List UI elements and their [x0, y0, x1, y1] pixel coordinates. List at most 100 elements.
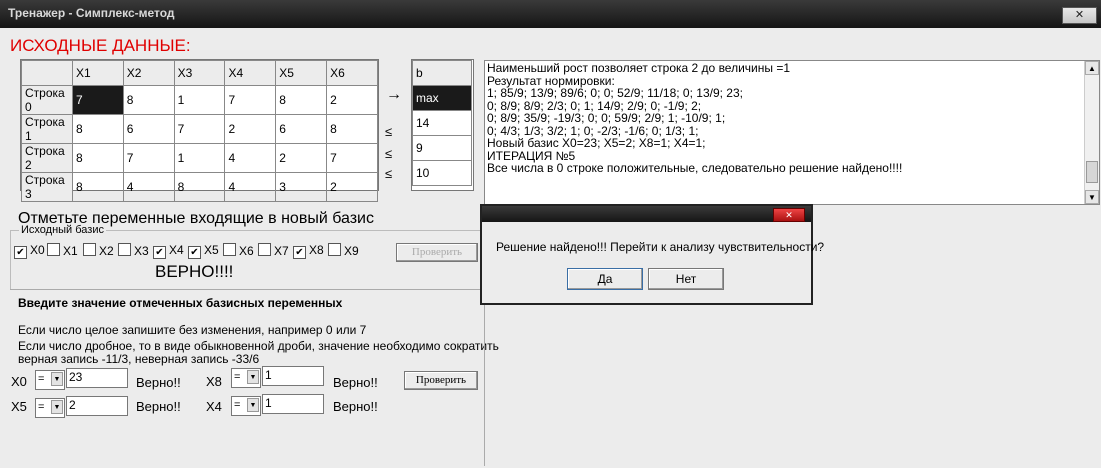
- scroll-thumb[interactable]: [1086, 161, 1098, 183]
- chevron-down-icon[interactable]: ▼: [247, 370, 259, 384]
- vertical-scrollbar[interactable]: ▲ ▼: [1084, 61, 1099, 204]
- checkbox-mark[interactable]: [47, 243, 60, 256]
- matrix-cell[interactable]: 7: [224, 85, 277, 115]
- relation-sign: ≤: [385, 166, 393, 181]
- checkbox-x4[interactable]: ✔ X4: [153, 243, 184, 259]
- matrix-cell[interactable]: 6: [122, 114, 175, 144]
- operator-select-x5[interactable]: = ▼: [35, 398, 65, 418]
- dialog-close-button[interactable]: ✕: [773, 208, 805, 222]
- col-header-x5: X5: [275, 60, 328, 86]
- checkbox-x0[interactable]: ✔ X0: [14, 243, 45, 259]
- b-cell[interactable]: 10: [412, 160, 472, 186]
- check-values-button[interactable]: Проверить: [404, 371, 478, 390]
- scroll-up-icon[interactable]: ▲: [1085, 61, 1099, 75]
- matrix-cell[interactable]: 7: [173, 114, 226, 144]
- checkbox-mark[interactable]: [118, 243, 131, 256]
- matrix-cell[interactable]: 8: [173, 172, 226, 202]
- checkbox-mark[interactable]: ✔: [293, 246, 306, 259]
- status-x0: Верно!!: [136, 375, 181, 390]
- values-section-title: Введите значение отмеченных базисных пер…: [18, 296, 343, 310]
- window-title: Тренажер - Симплекс-метод: [8, 6, 175, 20]
- value-input-x8[interactable]: 1: [262, 366, 324, 386]
- matrix-grid[interactable]: X1 X2 X3 X4 X5 X6 Строка 0 7 8 1 7 8 2 С…: [20, 59, 379, 202]
- matrix-cell[interactable]: 1: [173, 85, 226, 115]
- checkbox-x3[interactable]: X3: [118, 243, 149, 258]
- checkbox-mark[interactable]: [258, 243, 271, 256]
- check-basis-button[interactable]: Проверить: [396, 243, 478, 262]
- matrix-cell[interactable]: 2: [275, 143, 328, 173]
- value-input-x5[interactable]: 2: [66, 396, 128, 416]
- checkbox-mark[interactable]: ✔: [14, 246, 27, 259]
- dialog-yes-button[interactable]: Да: [567, 268, 643, 290]
- log-line: 0; 8/9; 35/9; -19/3; 0; 0; 59/9; 2/9; 1;…: [487, 111, 726, 125]
- matrix-cell[interactable]: 4: [122, 172, 175, 202]
- row-header: Строка 0: [21, 85, 73, 115]
- checkbox-mark[interactable]: ✔: [153, 246, 166, 259]
- matrix-cell[interactable]: 1: [173, 143, 226, 173]
- matrix-cell[interactable]: 4: [224, 143, 277, 173]
- page-title: ИСХОДНЫЕ ДАННЫЕ:: [10, 36, 191, 55]
- checkbox-x8[interactable]: ✔ X8: [293, 243, 324, 259]
- log-line: 1; 85/9; 13/9; 89/6; 0; 0; 52/9; 11/18; …: [487, 86, 743, 100]
- checkbox-label: X5: [204, 243, 219, 257]
- log-textarea[interactable]: Наименьший рост позволяет строка 2 до ве…: [484, 60, 1100, 205]
- log-line: Новый базис X0=23; X5=2; X8=1; X4=1;: [487, 136, 706, 150]
- matrix-cell[interactable]: 2: [224, 114, 277, 144]
- matrix-cell[interactable]: 7: [326, 143, 378, 173]
- matrix-cell[interactable]: 8: [326, 114, 378, 144]
- b-cell[interactable]: max: [412, 85, 472, 111]
- checkbox-label: X3: [134, 244, 149, 258]
- basis-group-label: Исходный базис: [19, 224, 106, 236]
- value-input-x4[interactable]: 1: [262, 394, 324, 414]
- checkbox-mark[interactable]: ✔: [188, 246, 201, 259]
- col-header-x4: X4: [224, 60, 277, 86]
- matrix-cell[interactable]: 8: [71, 143, 124, 173]
- matrix-cell[interactable]: 4: [224, 172, 277, 202]
- value-input-x0[interactable]: 23: [66, 368, 128, 388]
- b-cell[interactable]: 9: [412, 135, 472, 161]
- b-column-grid[interactable]: b max 14 9 10: [411, 59, 474, 191]
- chevron-down-icon[interactable]: ▼: [51, 400, 63, 414]
- checkbox-x5[interactable]: ✔ X5: [188, 243, 219, 259]
- matrix-cell[interactable]: 6: [275, 114, 328, 144]
- var-label-x8: X8: [206, 374, 222, 389]
- chevron-down-icon[interactable]: ▼: [51, 372, 63, 386]
- log-line: Наименьший рост позволяет строка 2 до ве…: [487, 61, 791, 75]
- log-line: Все числа в 0 строке положительные, след…: [487, 161, 903, 175]
- matrix-cell[interactable]: 8: [71, 172, 124, 202]
- checkbox-x6[interactable]: X6: [223, 243, 254, 258]
- operator-select-x8[interactable]: = ▼: [231, 368, 261, 388]
- row-header: Строка 3: [21, 172, 73, 202]
- checkbox-label: X4: [169, 243, 184, 257]
- checkbox-mark[interactable]: [328, 243, 341, 256]
- operator-select-x4[interactable]: = ▼: [231, 396, 261, 416]
- checkbox-x9[interactable]: X9: [328, 243, 359, 258]
- operator-value: =: [234, 371, 241, 383]
- row-header: Строка 2: [21, 143, 73, 173]
- matrix-cell[interactable]: 8: [71, 114, 124, 144]
- matrix-cell[interactable]: 7: [122, 143, 175, 173]
- right-arrow-icon: →: [386, 86, 402, 103]
- matrix-cell[interactable]: 3: [275, 172, 328, 202]
- chevron-down-icon[interactable]: ▼: [247, 398, 259, 412]
- checkbox-label: X2: [99, 244, 114, 258]
- operator-select-x0[interactable]: = ▼: [35, 370, 65, 390]
- matrix-cell[interactable]: 2: [326, 85, 378, 115]
- close-button[interactable]: ✕: [1062, 7, 1097, 24]
- matrix-cell[interactable]: 8: [275, 85, 328, 115]
- checkbox-mark[interactable]: [83, 243, 96, 256]
- matrix-cell[interactable]: 7: [71, 85, 124, 115]
- dialog-message: Решение найдено!!! Перейти к анализу чув…: [496, 240, 825, 254]
- matrix-cell[interactable]: 2: [326, 172, 378, 202]
- dialog-no-button[interactable]: Нет: [648, 268, 724, 290]
- checkbox-label: X7: [274, 244, 289, 258]
- b-cell[interactable]: 14: [412, 110, 472, 136]
- hint-integer: Если число целое запишите без изменения,…: [18, 323, 367, 337]
- checkbox-x1[interactable]: X1: [47, 243, 78, 258]
- checkbox-x2[interactable]: X2: [83, 243, 114, 258]
- checkbox-mark[interactable]: [223, 243, 236, 256]
- operator-value: =: [234, 399, 241, 411]
- checkbox-x7[interactable]: X7: [258, 243, 289, 258]
- scroll-down-icon[interactable]: ▼: [1085, 190, 1099, 204]
- matrix-cell[interactable]: 8: [122, 85, 175, 115]
